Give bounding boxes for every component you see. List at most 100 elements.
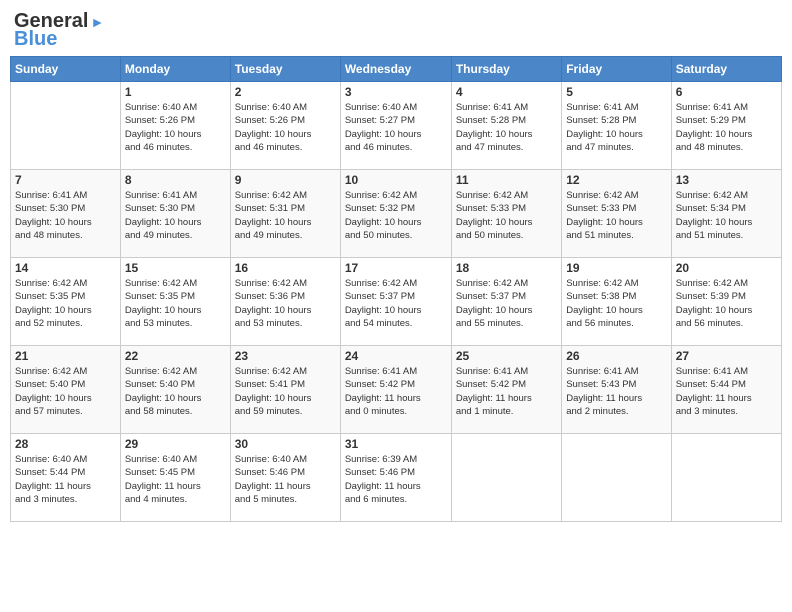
day-info: Sunrise: 6:42 AM Sunset: 5:36 PM Dayligh…: [235, 277, 336, 330]
day-info: Sunrise: 6:42 AM Sunset: 5:41 PM Dayligh…: [235, 365, 336, 418]
calendar-cell: 19 Sunrise: 6:42 AM Sunset: 5:38 PM Dayli…: [562, 258, 671, 346]
calendar-week-4: 21Sunrise: 6:42 AM Sunset: 5:40 PM Dayli…: [11, 346, 782, 434]
day-info: Sunrise: 6:42 AM Sunset: 5:37 PM Dayligh…: [456, 277, 557, 330]
day-header-wednesday: Wednesday: [340, 57, 451, 82]
day-number: 11: [456, 173, 557, 187]
day-info: Sunrise: 6:42 AM Sunset: 5:33 PM Dayligh…: [566, 189, 666, 242]
day-number: 9: [235, 173, 336, 187]
day-info: Sunrise: 6:40 AM Sunset: 5:45 PM Dayligh…: [125, 453, 226, 506]
calendar-cell: 26 Sunrise: 6:41 AM Sunset: 5:43 PM Dayli…: [562, 346, 671, 434]
day-info: Sunrise: 6:42 AM Sunset: 5:39 PM Dayligh…: [676, 277, 777, 330]
calendar-cell: 28Sunrise: 6:40 AM Sunset: 5:44 PM Dayli…: [11, 434, 121, 522]
calendar-cell: 31Sunrise: 6:39 AM Sunset: 5:46 PM Dayli…: [340, 434, 451, 522]
calendar-cell: [11, 82, 121, 170]
day-number: 29: [125, 437, 226, 451]
calendar-cell: 17 Sunrise: 6:42 AM Sunset: 5:37 PM Dayli…: [340, 258, 451, 346]
calendar-cell: 16 Sunrise: 6:42 AM Sunset: 5:36 PM Dayli…: [230, 258, 340, 346]
day-number: 16: [235, 261, 336, 275]
calendar-cell: 8Sunrise: 6:41 AM Sunset: 5:30 PM Daylig…: [120, 170, 230, 258]
calendar-cell: 4 Sunrise: 6:41 AM Sunset: 5:28 PM Daylig…: [451, 82, 561, 170]
day-number: 22: [125, 349, 226, 363]
calendar-cell: 14 Sunrise: 6:42 AM Sunset: 5:35 PM Dayli…: [11, 258, 121, 346]
day-header-friday: Friday: [562, 57, 671, 82]
day-header-thursday: Thursday: [451, 57, 561, 82]
day-info: Sunrise: 6:42 AM Sunset: 5:32 PM Dayligh…: [345, 189, 447, 242]
day-info: Sunrise: 6:42 AM Sunset: 5:37 PM Dayligh…: [345, 277, 447, 330]
calendar-cell: 13 Sunrise: 6:42 AM Sunset: 5:34 PM Dayli…: [671, 170, 781, 258]
calendar-cell: 7 Sunrise: 6:41 AM Sunset: 5:30 PM Daylig…: [11, 170, 121, 258]
day-number: 18: [456, 261, 557, 275]
day-number: 7: [15, 173, 116, 187]
calendar-cell: 2 Sunrise: 6:40 AM Sunset: 5:26 PM Daylig…: [230, 82, 340, 170]
logo-blue: Blue: [14, 28, 57, 50]
calendar-cell: 27 Sunrise: 6:41 AM Sunset: 5:44 PM Dayli…: [671, 346, 781, 434]
calendar-cell: 15 Sunrise: 6:42 AM Sunset: 5:35 PM Dayli…: [120, 258, 230, 346]
day-number: 5: [566, 85, 666, 99]
day-number: 1: [125, 85, 226, 99]
day-header-monday: Monday: [120, 57, 230, 82]
day-number: 17: [345, 261, 447, 275]
calendar-cell: [451, 434, 561, 522]
day-info: Sunrise: 6:41 AM Sunset: 5:43 PM Dayligh…: [566, 365, 666, 418]
calendar-cell: 18 Sunrise: 6:42 AM Sunset: 5:37 PM Dayli…: [451, 258, 561, 346]
calendar-cell: 30 Sunrise: 6:40 AM Sunset: 5:46 PM Dayli…: [230, 434, 340, 522]
day-info: Sunrise: 6:42 AM Sunset: 5:38 PM Dayligh…: [566, 277, 666, 330]
calendar-cell: 5 Sunrise: 6:41 AM Sunset: 5:28 PM Daylig…: [562, 82, 671, 170]
calendar-cell: 23 Sunrise: 6:42 AM Sunset: 5:41 PM Dayli…: [230, 346, 340, 434]
logo: General► Blue: [14, 10, 104, 50]
calendar-cell: 12 Sunrise: 6:42 AM Sunset: 5:33 PM Dayli…: [562, 170, 671, 258]
calendar-cell: 21Sunrise: 6:42 AM Sunset: 5:40 PM Dayli…: [11, 346, 121, 434]
day-info: Sunrise: 6:40 AM Sunset: 5:26 PM Dayligh…: [125, 101, 226, 154]
day-info: Sunrise: 6:42 AM Sunset: 5:35 PM Dayligh…: [125, 277, 226, 330]
day-info: Sunrise: 6:41 AM Sunset: 5:30 PM Dayligh…: [125, 189, 226, 242]
day-header-sunday: Sunday: [11, 57, 121, 82]
day-header-tuesday: Tuesday: [230, 57, 340, 82]
day-number: 23: [235, 349, 336, 363]
day-info: Sunrise: 6:40 AM Sunset: 5:26 PM Dayligh…: [235, 101, 336, 154]
day-number: 2: [235, 85, 336, 99]
calendar-week-2: 7 Sunrise: 6:41 AM Sunset: 5:30 PM Daylig…: [11, 170, 782, 258]
day-number: 25: [456, 349, 557, 363]
day-info: Sunrise: 6:40 AM Sunset: 5:46 PM Dayligh…: [235, 453, 336, 506]
day-info: Sunrise: 6:41 AM Sunset: 5:30 PM Dayligh…: [15, 189, 116, 242]
day-number: 26: [566, 349, 666, 363]
day-number: 6: [676, 85, 777, 99]
calendar-cell: 25Sunrise: 6:41 AM Sunset: 5:42 PM Dayli…: [451, 346, 561, 434]
day-info: Sunrise: 6:42 AM Sunset: 5:34 PM Dayligh…: [676, 189, 777, 242]
day-info: Sunrise: 6:40 AM Sunset: 5:27 PM Dayligh…: [345, 101, 447, 154]
day-number: 30: [235, 437, 336, 451]
calendar-cell: 24 Sunrise: 6:41 AM Sunset: 5:42 PM Dayli…: [340, 346, 451, 434]
day-number: 14: [15, 261, 116, 275]
day-info: Sunrise: 6:42 AM Sunset: 5:31 PM Dayligh…: [235, 189, 336, 242]
calendar-cell: 6Sunrise: 6:41 AM Sunset: 5:29 PM Daylig…: [671, 82, 781, 170]
day-number: 28: [15, 437, 116, 451]
day-info: Sunrise: 6:41 AM Sunset: 5:42 PM Dayligh…: [345, 365, 447, 418]
calendar-cell: [562, 434, 671, 522]
page-header: General► Blue: [10, 10, 782, 50]
header-row: SundayMondayTuesdayWednesdayThursdayFrid…: [11, 57, 782, 82]
calendar-cell: 3Sunrise: 6:40 AM Sunset: 5:27 PM Daylig…: [340, 82, 451, 170]
day-number: 12: [566, 173, 666, 187]
day-info: Sunrise: 6:41 AM Sunset: 5:44 PM Dayligh…: [676, 365, 777, 418]
day-number: 20: [676, 261, 777, 275]
day-info: Sunrise: 6:42 AM Sunset: 5:40 PM Dayligh…: [125, 365, 226, 418]
calendar-cell: 10 Sunrise: 6:42 AM Sunset: 5:32 PM Dayli…: [340, 170, 451, 258]
day-info: Sunrise: 6:42 AM Sunset: 5:33 PM Dayligh…: [456, 189, 557, 242]
day-number: 15: [125, 261, 226, 275]
day-number: 27: [676, 349, 777, 363]
day-number: 4: [456, 85, 557, 99]
day-info: Sunrise: 6:41 AM Sunset: 5:28 PM Dayligh…: [456, 101, 557, 154]
day-info: Sunrise: 6:41 AM Sunset: 5:28 PM Dayligh…: [566, 101, 666, 154]
calendar-cell: 9 Sunrise: 6:42 AM Sunset: 5:31 PM Daylig…: [230, 170, 340, 258]
day-number: 10: [345, 173, 447, 187]
day-number: 24: [345, 349, 447, 363]
calendar-cell: 20 Sunrise: 6:42 AM Sunset: 5:39 PM Dayli…: [671, 258, 781, 346]
day-info: Sunrise: 6:39 AM Sunset: 5:46 PM Dayligh…: [345, 453, 447, 506]
day-number: 19: [566, 261, 666, 275]
day-info: Sunrise: 6:42 AM Sunset: 5:40 PM Dayligh…: [15, 365, 116, 418]
calendar-week-5: 28Sunrise: 6:40 AM Sunset: 5:44 PM Dayli…: [11, 434, 782, 522]
day-number: 13: [676, 173, 777, 187]
calendar-cell: 11 Sunrise: 6:42 AM Sunset: 5:33 PM Dayli…: [451, 170, 561, 258]
calendar-cell: [671, 434, 781, 522]
day-info: Sunrise: 6:42 AM Sunset: 5:35 PM Dayligh…: [15, 277, 116, 330]
